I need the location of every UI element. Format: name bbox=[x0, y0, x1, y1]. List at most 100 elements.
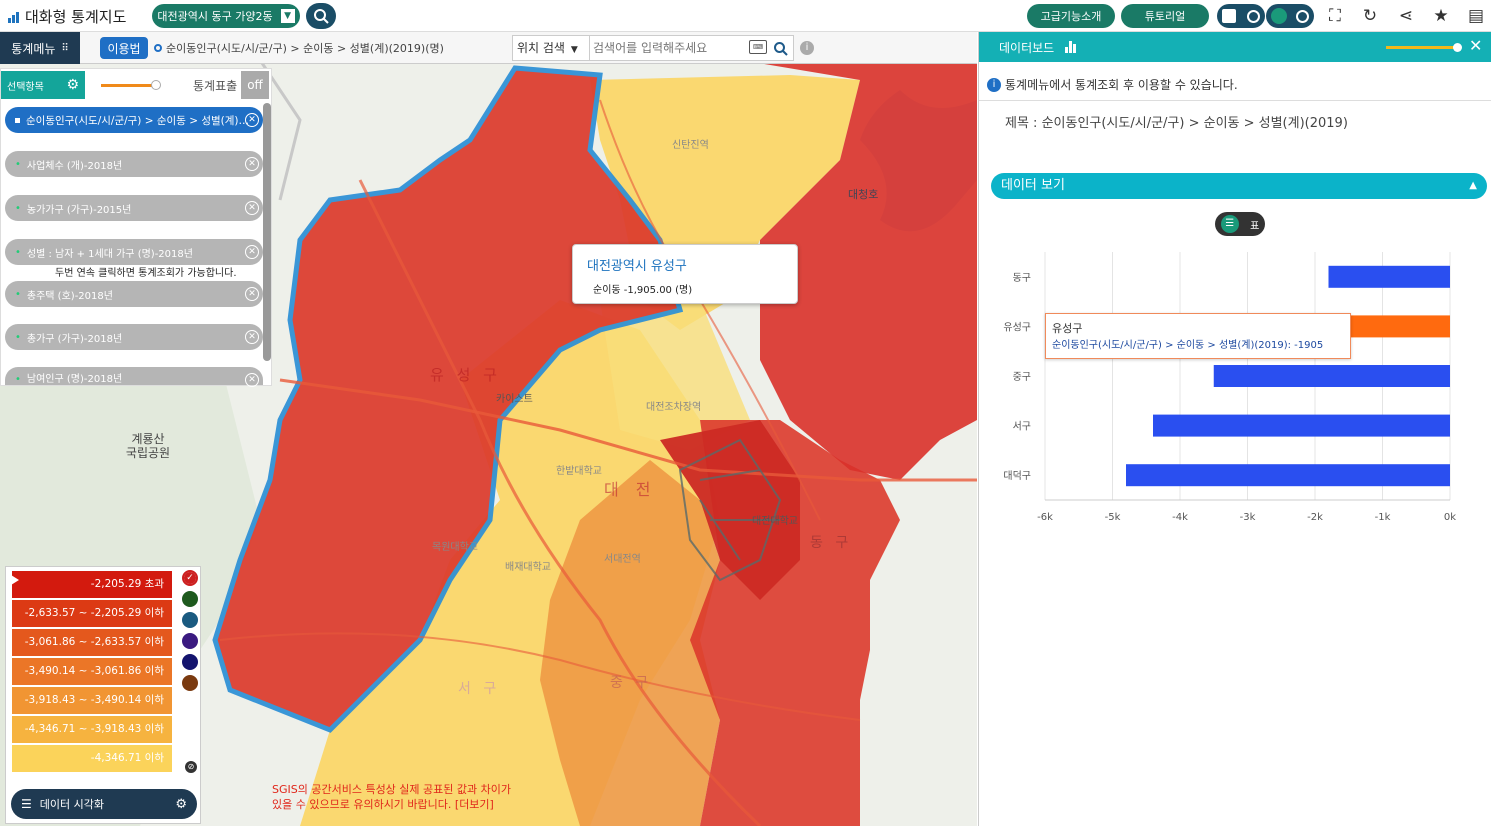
map-label-station-c: 서대전역 bbox=[604, 554, 641, 565]
info-icon[interactable]: i bbox=[800, 41, 814, 55]
y-category-label: 중구 bbox=[1013, 371, 1031, 383]
map-label-univ-c: 목원대학교 bbox=[432, 542, 478, 553]
checkmark-icon: ✓ bbox=[184, 572, 196, 584]
map-label-univ-a: 대전대학교 bbox=[752, 516, 798, 527]
tutorial-button[interactable]: 튜토리얼 bbox=[1121, 4, 1209, 28]
map-notice[interactable]: SGIS의 공간서비스 특성상 실제 공표된 값과 차이가 있을 수 있으므로 … bbox=[272, 782, 511, 812]
collapse-up-icon: ▲ bbox=[1469, 180, 1477, 191]
bookmark-star-icon[interactable]: ★ bbox=[1431, 6, 1451, 26]
circle-icon bbox=[1296, 9, 1310, 23]
zoom-search-button[interactable] bbox=[306, 3, 336, 29]
legend-range-3: -3,061.86 ~ -2,633.57 이하 bbox=[12, 629, 172, 656]
map-label-seogu: 서 구 bbox=[458, 681, 501, 697]
search-type-select[interactable]: 위치 검색 ▼ bbox=[513, 36, 590, 60]
remove-icon[interactable]: ✕ bbox=[245, 287, 259, 301]
x-tick-label: -6k bbox=[1037, 512, 1053, 523]
remove-icon[interactable]: ✕ bbox=[245, 330, 259, 344]
info-text: 통계메뉴에서 통계조회 후 이용할 수 있습니다. bbox=[1005, 78, 1238, 92]
fullscreen-icon[interactable]: ⛶ bbox=[1325, 6, 1345, 26]
palette-green[interactable] bbox=[182, 591, 198, 607]
x-tick-label: 0k bbox=[1444, 512, 1456, 523]
selected-item-label: 총가구 (가구)-2018년 bbox=[26, 333, 123, 345]
selected-item-label: 성별 : 남자 + 1세대 가구 (명)-2018년 bbox=[26, 248, 193, 260]
report-document-icon[interactable]: ▤ bbox=[1466, 6, 1486, 26]
map-label-univ-d: 한밭대학교 bbox=[556, 466, 602, 477]
x-tick-label: -2k bbox=[1307, 512, 1323, 523]
bullet-dot-icon: • bbox=[15, 202, 21, 214]
divider bbox=[979, 100, 1491, 101]
opacity-slider[interactable] bbox=[101, 80, 161, 90]
palette-red-selected[interactable]: ✓ bbox=[182, 570, 198, 586]
cube-icon bbox=[1270, 8, 1287, 24]
chart-tooltip: 유성구 순이동인구(시도/시/군/구) > 순이동 > 성별(계)(2019):… bbox=[1045, 313, 1351, 359]
breadcrumb-text: 순이동인구(시도/시/군/구) > 순이동 > 성별(계)(2019)(명) bbox=[166, 42, 444, 55]
keyboard-icon[interactable]: ⌨ bbox=[749, 40, 767, 54]
palette-teal[interactable] bbox=[182, 612, 198, 628]
region-selector[interactable]: 대전광역시 동구 가양2동 ▼ bbox=[152, 4, 300, 28]
selected-item-5[interactable]: • 총주택 (호)-2018년 ✕ bbox=[5, 281, 263, 307]
stat-display-toggle[interactable]: off bbox=[241, 71, 269, 99]
board-opacity-slider[interactable] bbox=[1386, 43, 1462, 52]
search-icon[interactable] bbox=[773, 41, 789, 57]
x-tick-label: -4k bbox=[1172, 512, 1188, 523]
slider-handle[interactable] bbox=[1453, 43, 1462, 52]
legend-settings-icon[interactable]: ⊘ bbox=[185, 761, 197, 773]
data-visualization-button[interactable]: ☰ 데이터 시각화 ⚙ bbox=[11, 789, 197, 819]
remove-icon[interactable]: ✕ bbox=[245, 201, 259, 215]
bullet-dot-icon: • bbox=[15, 246, 21, 258]
circle-icon bbox=[1246, 9, 1260, 23]
legend-range-label: -4,346.71 이하 bbox=[90, 752, 164, 764]
data-board: 데이터보드 ✕ i 통계메뉴에서 통계조회 후 이용할 수 있습니다. 제목 :… bbox=[978, 32, 1491, 826]
search-box: 위치 검색 ▼ ⌨ bbox=[512, 35, 794, 61]
advanced-features-label: 고급기능소개 bbox=[1040, 10, 1102, 23]
map-tooltip-value: 순이동 -1,905.00 (명) bbox=[593, 285, 693, 296]
legend-range-4: -3,490.14 ~ -3,061.86 이하 bbox=[12, 658, 172, 685]
palette-brown[interactable] bbox=[182, 675, 198, 691]
data-board-header: 데이터보드 ✕ bbox=[979, 32, 1491, 62]
palette-navy[interactable] bbox=[182, 654, 198, 670]
map-label-daecheongho: 대청호 bbox=[848, 188, 879, 201]
stat-menu-button[interactable]: 통계메뉴 ⠿ bbox=[0, 32, 80, 64]
palette-purple[interactable] bbox=[182, 633, 198, 649]
x-tick-label: -5k bbox=[1105, 512, 1121, 523]
selected-item-1[interactable]: 순이동인구(시도/시/군/구) > 순이동 > 성별(계)… ✕ bbox=[5, 107, 263, 133]
map-notice-line1: SGIS의 공간서비스 특성상 실제 공표된 값과 차이가 bbox=[272, 783, 511, 796]
share-icon[interactable]: ⋖ bbox=[1396, 6, 1416, 26]
advanced-features-button[interactable]: 고급기능소개 bbox=[1027, 4, 1115, 28]
refresh-icon[interactable]: ↻ bbox=[1360, 6, 1380, 26]
legend-range-label: -2,205.29 초과 bbox=[90, 578, 164, 590]
remove-icon[interactable]: ✕ bbox=[245, 373, 259, 387]
map-label-junggu: 중 구 bbox=[610, 675, 653, 691]
usage-button[interactable]: 이용법 bbox=[100, 37, 148, 59]
remove-icon[interactable]: ✕ bbox=[245, 113, 259, 127]
bullet-dot-icon: • bbox=[15, 158, 21, 170]
selected-item-3[interactable]: • 농가가구 (가구)-2015년 ✕ bbox=[5, 195, 263, 221]
list-icon: ☰ bbox=[21, 797, 32, 811]
select-items-button[interactable]: 선택항목 ⚙ bbox=[1, 71, 85, 99]
view-toggle-a[interactable] bbox=[1217, 4, 1265, 28]
remove-icon[interactable]: ✕ bbox=[245, 157, 259, 171]
double-click-hint: 두번 연속 클릭하면 통계조회가 가능합니다. bbox=[55, 268, 237, 279]
map-label-gyeryongsan: 계룡산 국립공원 bbox=[125, 432, 171, 460]
selected-item-2[interactable]: • 사업체수 (개)-2018년 ✕ bbox=[5, 151, 263, 177]
region-selector-label: 대전광역시 동구 가양2동 bbox=[157, 10, 273, 23]
selected-item-7[interactable]: • 남여인구 (명)-2018년 ✕ bbox=[5, 367, 263, 387]
bullet-square-icon bbox=[15, 117, 20, 123]
app-logo[interactable]: 대화형 통계지도 bbox=[8, 6, 126, 27]
view-toggle-b[interactable] bbox=[1266, 4, 1314, 28]
search-input[interactable] bbox=[593, 38, 743, 58]
data-subject: 제목 : 순이동인구(시도/시/군/구) > 순이동 > 성별(계)(2019) bbox=[1005, 116, 1348, 131]
remove-icon[interactable]: ✕ bbox=[245, 245, 259, 259]
chart-table-toggle[interactable]: ☰ 표 bbox=[1215, 212, 1265, 236]
selected-item-label: 남여인구 (명)-2018년 bbox=[26, 374, 123, 385]
panel-scrollbar[interactable] bbox=[263, 103, 271, 361]
legend-range-label: -3,490.14 ~ -3,061.86 이하 bbox=[24, 665, 164, 677]
selected-item-4[interactable]: • 성별 : 남자 + 1세대 가구 (명)-2018년 ✕ bbox=[5, 239, 263, 265]
slider-handle[interactable] bbox=[151, 80, 161, 90]
selection-panel: 선택항목 ⚙ 통계표출 off 순이동인구(시도/시/군/구) > 순이동 > … bbox=[0, 68, 272, 387]
data-view-bar[interactable]: 데이터 보기 ▲ bbox=[991, 173, 1487, 199]
dropdown-arrow-icon: ▼ bbox=[570, 45, 578, 55]
selected-item-6[interactable]: • 총가구 (가구)-2018년 ✕ bbox=[5, 324, 263, 350]
close-icon[interactable]: ✕ bbox=[1469, 36, 1482, 55]
legend-range-label: -3,918.43 ~ -3,490.14 이하 bbox=[24, 694, 164, 706]
